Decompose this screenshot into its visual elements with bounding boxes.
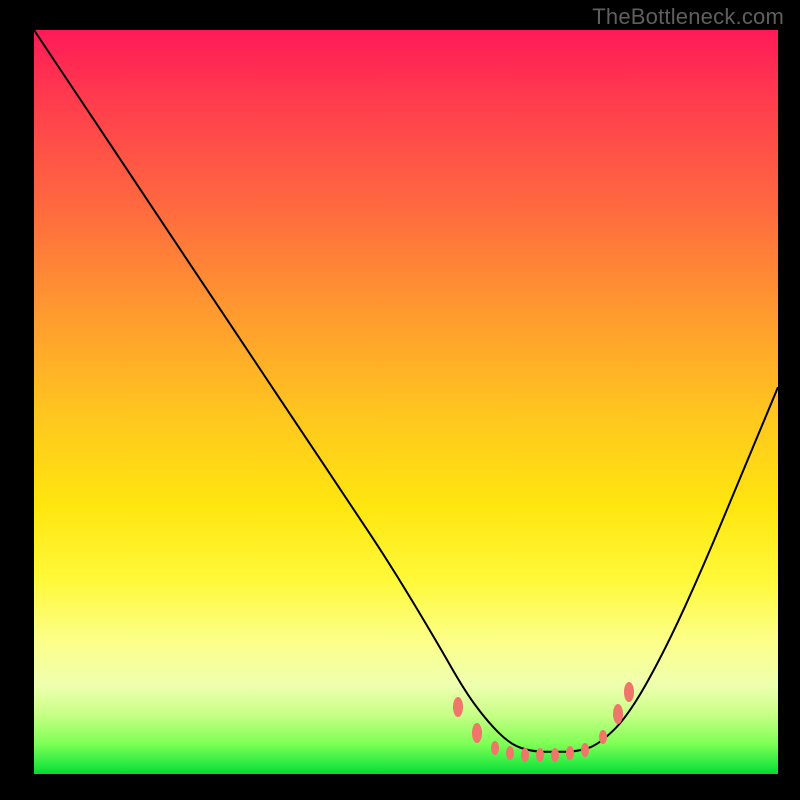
curve-marker	[521, 748, 529, 762]
curve-marker	[599, 730, 607, 744]
curve-marker	[566, 746, 574, 760]
curve-marker	[491, 741, 499, 755]
chart-container: TheBottleneck.com	[0, 0, 800, 800]
curve-marker	[581, 743, 589, 757]
plot-area	[34, 30, 778, 774]
watermark-text: TheBottleneck.com	[592, 4, 784, 30]
curve-marker	[453, 697, 463, 717]
curve-marker	[472, 723, 482, 743]
curve-marker	[551, 748, 559, 762]
curve-marker	[536, 748, 544, 762]
curve-marker	[613, 704, 623, 724]
bottleneck-curve	[34, 30, 778, 774]
curve-marker	[624, 682, 634, 702]
curve-marker	[506, 746, 514, 760]
